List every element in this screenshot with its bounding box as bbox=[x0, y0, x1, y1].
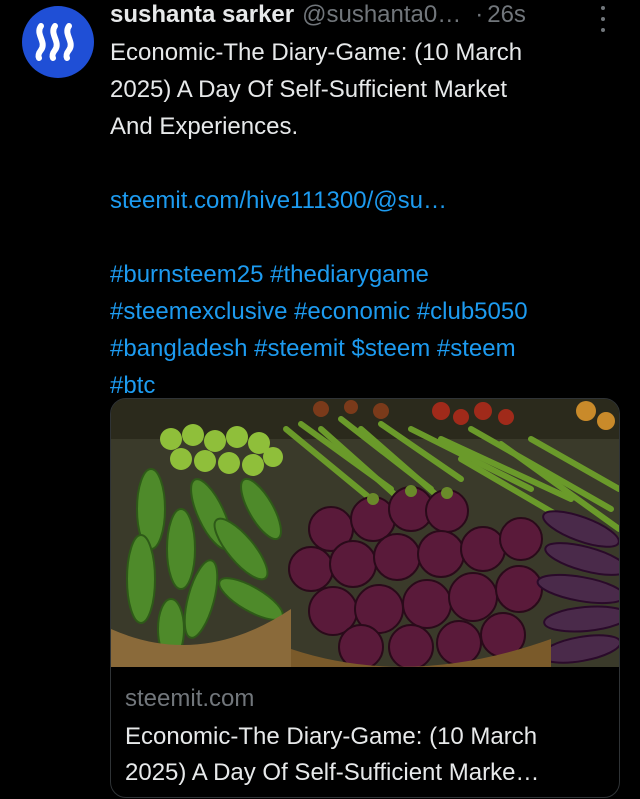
post-text: Economic-The Diary-Game: (10 March 2025)… bbox=[110, 34, 600, 404]
post-title-line: Economic-The Diary-Game: (10 March bbox=[110, 39, 523, 66]
steem-logo-icon bbox=[35, 23, 74, 61]
separator-dot: · bbox=[475, 1, 484, 28]
link-preview-card[interactable]: steemit.com Economic-The Diary-Game: (10… bbox=[110, 398, 620, 798]
card-image-vegetables bbox=[111, 399, 619, 667]
post-time[interactable]: 26s bbox=[487, 1, 526, 29]
post-title-line: 2025) A Day Of Self-Sufficient Market bbox=[110, 76, 508, 103]
more-options-icon[interactable] bbox=[598, 6, 608, 32]
post-title-line: And Experiences. bbox=[110, 113, 299, 140]
card-title-line: 2025) A Day Of Self-Sufficient Marke… bbox=[125, 759, 540, 786]
card-domain: steemit.com bbox=[125, 685, 255, 712]
author-name[interactable]: sushanta sarker bbox=[110, 1, 294, 29]
hashtag-line[interactable]: #burnsteem25 #thediarygame bbox=[110, 256, 600, 293]
hashtag-line[interactable]: #bangladesh #steemit $steem #steem bbox=[110, 330, 600, 367]
post-link[interactable]: steemit.com/hive111300/@su… bbox=[110, 182, 600, 219]
author-handle[interactable]: @sushanta0… bbox=[302, 1, 461, 29]
card-title-line: Economic-The Diary-Game: (10 March bbox=[125, 723, 538, 750]
post-header: sushanta sarker @sushanta0… · 26s bbox=[110, 0, 610, 30]
avatar[interactable] bbox=[22, 6, 94, 78]
card-title: Economic-The Diary-Game: (10 March 2025)… bbox=[125, 719, 605, 791]
hashtag-line[interactable]: #steemexclusive #economic #club5050 bbox=[110, 293, 600, 330]
